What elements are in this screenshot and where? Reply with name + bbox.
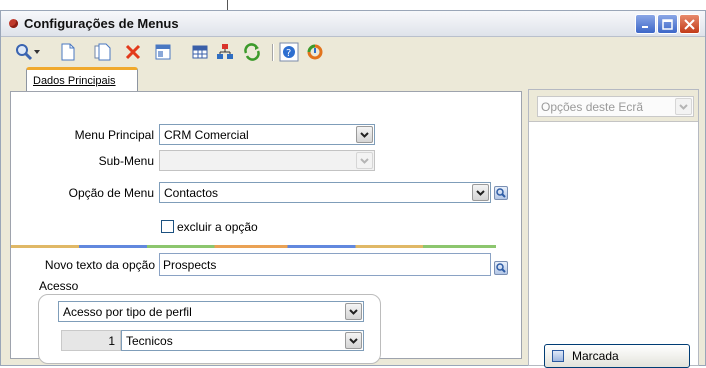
grid-icon xyxy=(192,45,208,59)
magnifier-icon xyxy=(496,188,506,198)
sub-menu-label: Sub-Menu xyxy=(98,154,154,168)
tree-button[interactable] xyxy=(215,42,235,62)
marcada-swatch-icon xyxy=(552,350,564,362)
side-panel-header: Opções deste Ecrã xyxy=(529,90,698,122)
dropdown-arrow-icon xyxy=(34,50,40,54)
magnifier-icon xyxy=(496,263,506,273)
novo-texto-input[interactable]: Prospects xyxy=(159,253,491,276)
perfil-select[interactable]: Tecnicos xyxy=(121,330,364,351)
perfil-value: Tecnicos xyxy=(126,334,173,348)
new-document-icon xyxy=(61,43,75,61)
top-divider-line xyxy=(227,0,228,10)
menu-principal-label: Menu Principal xyxy=(74,128,154,142)
opcoes-ecra-placeholder: Opções deste Ecrã xyxy=(541,100,644,114)
toolbar: ? xyxy=(1,38,705,66)
opcao-menu-lookup-button[interactable] xyxy=(494,186,508,200)
excluir-label: excluir a opção xyxy=(177,220,258,234)
chevron-down-icon xyxy=(476,189,485,196)
chevron-down-icon xyxy=(360,131,369,138)
window-title: Configurações de Menus xyxy=(24,16,179,31)
exit-icon xyxy=(307,44,323,60)
new-button[interactable] xyxy=(58,42,78,62)
options-side-panel: Opções deste Ecrã Marcada xyxy=(528,89,699,368)
tab-dados-principais[interactable]: Dados Principais xyxy=(26,67,138,92)
title-bar: Configurações de Menus xyxy=(1,11,705,37)
opcoes-ecra-select[interactable]: Opções deste Ecrã xyxy=(537,96,694,117)
tree-icon xyxy=(217,44,233,59)
maximize-icon xyxy=(662,18,673,30)
perfil-number-field: 1 xyxy=(61,330,121,351)
menu-principal-select[interactable]: CRM Comercial xyxy=(159,124,375,145)
copy-button[interactable] xyxy=(93,42,113,62)
acesso-tipo-value: Acesso por tipo de perfil xyxy=(63,305,192,319)
delete-button[interactable] xyxy=(123,42,143,62)
exit-button[interactable] xyxy=(305,42,325,62)
maximize-button[interactable] xyxy=(657,14,678,34)
help-button[interactable]: ? xyxy=(279,42,299,62)
chevron-down-icon xyxy=(360,157,369,164)
opcao-menu-select[interactable]: Contactos xyxy=(159,182,491,203)
properties-icon xyxy=(155,44,171,60)
opcao-menu-dropdown-button[interactable] xyxy=(472,184,489,201)
menu-principal-value: CRM Comercial xyxy=(164,128,249,142)
copy-document-icon xyxy=(94,43,111,61)
acesso-tipo-dropdown-button[interactable] xyxy=(345,303,362,320)
refresh-icon xyxy=(244,43,260,61)
menu-principal-dropdown-button[interactable] xyxy=(356,126,373,143)
marcada-label: Marcada xyxy=(572,349,619,363)
excluir-checkbox[interactable] xyxy=(161,220,174,233)
configuracoes-menus-window: Configurações de Menus ? Dados Principai… xyxy=(0,10,706,368)
opcao-menu-label: Opção de Menu xyxy=(68,186,154,200)
acesso-label: Acesso xyxy=(39,279,79,293)
minimize-button[interactable] xyxy=(635,14,656,34)
perfil-dropdown-button[interactable] xyxy=(345,332,362,349)
grid-button[interactable] xyxy=(190,42,210,62)
colored-separator xyxy=(11,245,496,248)
acesso-tipo-select[interactable]: Acesso por tipo de perfil xyxy=(58,301,364,322)
search-dropdown-button[interactable] xyxy=(32,42,42,62)
search-button[interactable] xyxy=(14,42,34,62)
sub-menu-dropdown-button[interactable] xyxy=(356,152,373,169)
close-icon xyxy=(684,18,695,30)
delete-icon xyxy=(125,44,141,60)
opcoes-ecra-dropdown-button[interactable] xyxy=(675,98,692,115)
search-icon xyxy=(16,44,33,61)
app-icon xyxy=(9,19,18,28)
svg-text:?: ? xyxy=(286,48,291,59)
refresh-button[interactable] xyxy=(242,42,262,62)
marcada-button[interactable]: Marcada xyxy=(544,344,690,368)
opcao-menu-value: Contactos xyxy=(164,186,219,200)
toolbar-separator xyxy=(272,44,273,61)
close-button[interactable] xyxy=(679,14,700,34)
tab-label: Dados Principais xyxy=(33,75,116,87)
novo-texto-label: Novo texto da opção xyxy=(44,258,155,272)
sub-menu-select[interactable] xyxy=(159,150,375,171)
novo-texto-lookup-button[interactable] xyxy=(494,261,508,275)
help-icon: ? xyxy=(279,42,299,62)
novo-texto-value: Prospects xyxy=(163,258,217,272)
properties-button[interactable] xyxy=(153,42,173,62)
minimize-icon xyxy=(641,26,648,28)
chevron-down-icon xyxy=(349,337,358,344)
chevron-down-icon xyxy=(679,103,688,110)
chevron-down-icon xyxy=(349,308,358,315)
